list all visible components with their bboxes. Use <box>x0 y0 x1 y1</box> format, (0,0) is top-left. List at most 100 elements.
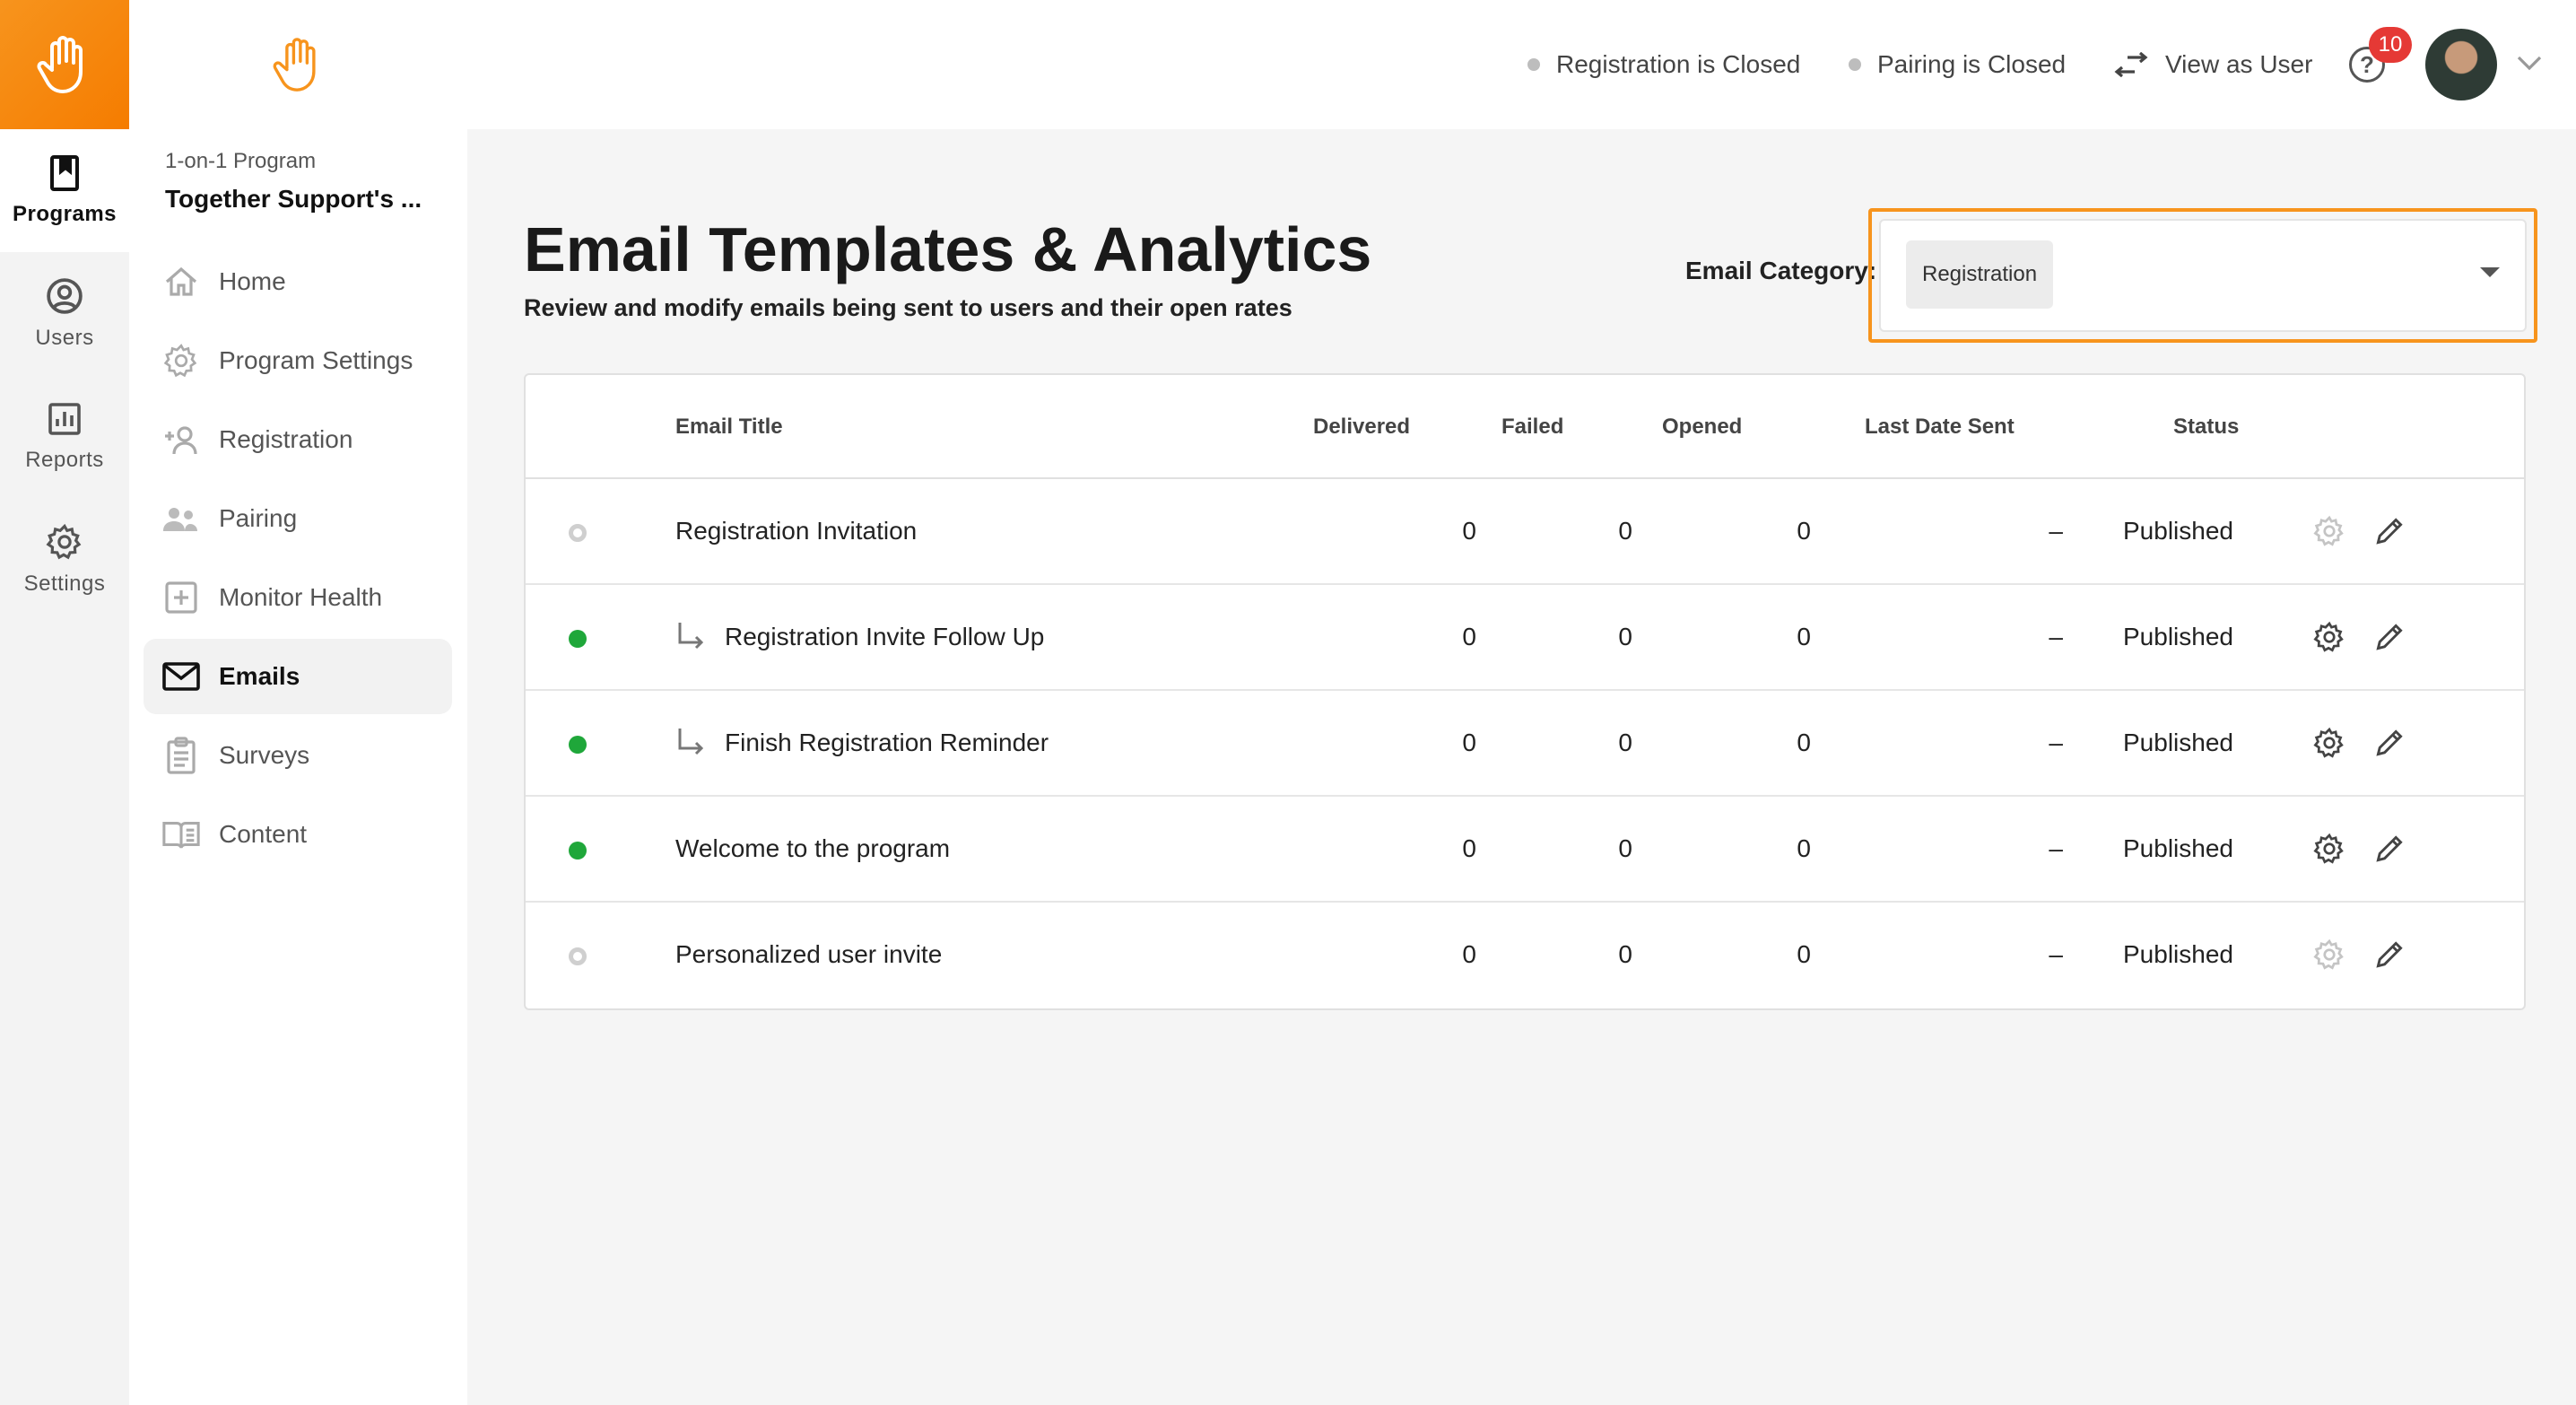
sidebar-item-registration[interactable]: Registration <box>144 402 452 477</box>
inactive-dot <box>569 524 587 542</box>
col-failed[interactable]: Failed <box>1501 415 1563 440</box>
add-user-icon <box>161 420 201 459</box>
col-status[interactable]: Status <box>2173 415 2239 440</box>
gear-icon[interactable] <box>2311 619 2347 655</box>
sidebar-item-pairing[interactable]: Pairing <box>144 481 452 556</box>
email-category-label: Email Category: <box>1685 257 1877 284</box>
pencil-icon[interactable] <box>2371 513 2407 549</box>
sidebar-nav: Home Program Settings Registration Pairi… <box>144 244 452 876</box>
failed-count: 0 <box>1618 623 1632 650</box>
app-logo[interactable] <box>0 0 129 129</box>
table-row[interactable]: Registration Invitation 0 0 0 – Publishe… <box>526 479 2524 585</box>
program-sidebar: 1-on-1 Program Together Support's ... Ho… <box>129 0 467 1405</box>
sidebar-item-home[interactable]: Home <box>144 244 452 319</box>
pencil-icon[interactable] <box>2371 619 2407 655</box>
sidebar-item-label: Monitor Health <box>219 583 383 611</box>
view-as-user-button[interactable]: View as User <box>2113 50 2312 79</box>
sidebar-item-label: Emails <box>219 662 300 690</box>
delivered-count: 0 <box>1462 517 1476 545</box>
sidebar-item-surveys[interactable]: Surveys <box>144 718 452 793</box>
gear-icon[interactable] <box>2311 831 2347 867</box>
email-category-select[interactable]: Registration <box>1879 219 2527 332</box>
sidebar-item-content[interactable]: Content <box>144 797 452 872</box>
user-circle-icon <box>47 277 83 314</box>
last-date-sent: – <box>2049 729 2063 756</box>
program-name[interactable]: Together Support's ... <box>165 185 422 214</box>
page-subtitle: Review and modify emails being sent to u… <box>524 294 1292 321</box>
rail-item-settings[interactable]: Settings <box>0 498 129 621</box>
home-icon <box>161 262 201 301</box>
table-row[interactable]: Registration Invite Follow Up 0 0 0 – Pu… <box>526 585 2524 691</box>
sidebar-item-program-settings[interactable]: Program Settings <box>144 323 452 398</box>
delivered-count: 0 <box>1462 834 1476 862</box>
sidebar-item-monitor-health[interactable]: Monitor Health <box>144 560 452 635</box>
gear-icon <box>46 523 82 559</box>
failed-count: 0 <box>1618 834 1632 862</box>
sidebar-item-label: Program Settings <box>219 346 413 374</box>
registration-status: Registration is Closed <box>1527 50 1800 79</box>
chevron-down-icon[interactable] <box>2517 54 2542 72</box>
sidebar-item-label: Registration <box>219 425 353 453</box>
col-email-title[interactable]: Email Title <box>675 415 783 440</box>
table-row[interactable]: Welcome to the program 0 0 0 – Published <box>526 797 2524 903</box>
table-row[interactable]: Finish Registration Reminder 0 0 0 – Pub… <box>526 691 2524 797</box>
failed-count: 0 <box>1618 729 1632 756</box>
registration-status-label: Registration is Closed <box>1556 50 1801 78</box>
email-table: Email Title Delivered Failed Opened Last… <box>524 373 2526 1010</box>
rail-item-programs[interactable]: Programs <box>0 129 129 252</box>
gear-icon[interactable] <box>2311 725 2347 761</box>
failed-count: 0 <box>1618 940 1632 968</box>
opened-count: 0 <box>1797 517 1811 545</box>
last-date-sent: – <box>2049 517 2063 545</box>
rail-label-users: Users <box>35 325 94 350</box>
pairing-status: Pairing is Closed <box>1849 50 2066 79</box>
col-last-date-sent[interactable]: Last Date Sent <box>1865 415 2015 440</box>
gear-icon <box>161 341 201 380</box>
notification-badge[interactable]: 10 <box>2369 27 2412 63</box>
table-row[interactable]: Personalized user invite 0 0 0 – Publish… <box>526 903 2524 1008</box>
col-delivered[interactable]: Delivered <box>1313 415 1410 440</box>
email-title: Personalized user invite <box>675 940 943 968</box>
status-label: Published <box>2123 517 2233 545</box>
clipboard-icon <box>161 736 201 775</box>
page-title: Email Templates & Analytics <box>524 214 1372 284</box>
sidebar-item-emails[interactable]: Emails <box>144 639 452 714</box>
status-label: Published <box>2123 623 2233 650</box>
status-label: Published <box>2123 729 2233 756</box>
gear-icon[interactable] <box>2311 513 2347 549</box>
plus-square-icon <box>161 578 201 617</box>
rail-item-users[interactable]: Users <box>0 252 129 375</box>
view-as-user-label: View as User <box>2165 50 2313 78</box>
sidebar-item-label: Pairing <box>219 504 298 532</box>
avatar[interactable] <box>2425 29 2497 100</box>
gear-icon[interactable] <box>2311 937 2347 973</box>
status-label: Published <box>2123 940 2233 968</box>
delivered-count: 0 <box>1462 729 1476 756</box>
pencil-icon[interactable] <box>2371 831 2407 867</box>
col-opened[interactable]: Opened <box>1662 415 1742 440</box>
swap-arrows-icon <box>2114 52 2148 77</box>
users-icon <box>161 499 201 538</box>
active-dot <box>569 842 587 860</box>
program-type: 1-on-1 Program <box>165 149 317 173</box>
pairing-status-label: Pairing is Closed <box>1877 50 2067 78</box>
rail-item-reports[interactable]: Reports <box>0 375 129 498</box>
pencil-icon[interactable] <box>2371 937 2407 973</box>
sidebar-item-label: Surveys <box>219 741 310 769</box>
pencil-icon[interactable] <box>2371 725 2407 761</box>
delivered-count: 0 <box>1462 940 1476 968</box>
email-title: Registration Invite Follow Up <box>725 623 1045 650</box>
mail-icon <box>161 657 201 696</box>
table-header: Email Title Delivered Failed Opened Last… <box>526 375 2524 479</box>
last-date-sent: – <box>2049 623 2063 650</box>
email-category-chip: Registration <box>1906 240 2054 309</box>
active-dot <box>569 630 587 648</box>
active-dot <box>569 736 587 754</box>
failed-count: 0 <box>1618 517 1632 545</box>
sidebar-item-label: Home <box>219 267 286 295</box>
dropdown-caret-icon <box>2480 267 2500 277</box>
main-content: Email Templates & Analytics Review and m… <box>467 129 2576 1405</box>
sidebar-logo <box>129 0 467 129</box>
opened-count: 0 <box>1797 834 1811 862</box>
bar-chart-icon <box>48 402 81 435</box>
